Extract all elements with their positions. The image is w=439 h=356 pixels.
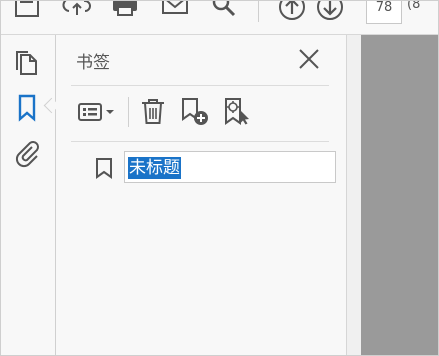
panel-splitter[interactable] [346,35,362,356]
page-down-icon[interactable] [316,0,344,21]
pages-icon[interactable] [12,48,42,78]
bookmark-icon [96,158,112,179]
toolbar-separator [258,0,259,22]
options-menu-icon[interactable] [78,97,116,127]
page-up-icon[interactable] [278,0,306,21]
bookmark-name-field[interactable]: 未标题 [124,151,336,183]
close-icon[interactable] [298,48,320,70]
email-icon[interactable] [160,0,190,19]
top-toolbar: 78 (8 [0,0,439,35]
save-icon[interactable] [13,0,41,19]
bookmark-from-selection-icon[interactable] [223,97,255,127]
print-icon[interactable] [110,0,140,19]
search-icon[interactable] [209,0,239,19]
bookmark-icon[interactable] [12,93,42,123]
page-number-input[interactable]: 78 [366,0,402,24]
document-view[interactable] [361,35,439,356]
upload-icon[interactable] [62,0,92,19]
new-bookmark-icon[interactable] [180,97,212,127]
panel-divider [71,141,329,142]
page-total-label: (8 [407,0,421,12]
bookmark-name-text: 未标题 [128,157,181,179]
delete-icon[interactable] [139,97,167,127]
panel-title: 书签 [76,53,110,73]
bookmark-item[interactable]: 未标题 [56,150,346,186]
attachment-icon[interactable] [12,138,42,168]
panel-divider [71,85,329,86]
tool-separator [128,97,129,127]
bookmarks-panel: 书签 未标题 [56,35,346,356]
navigation-rail [0,35,56,356]
